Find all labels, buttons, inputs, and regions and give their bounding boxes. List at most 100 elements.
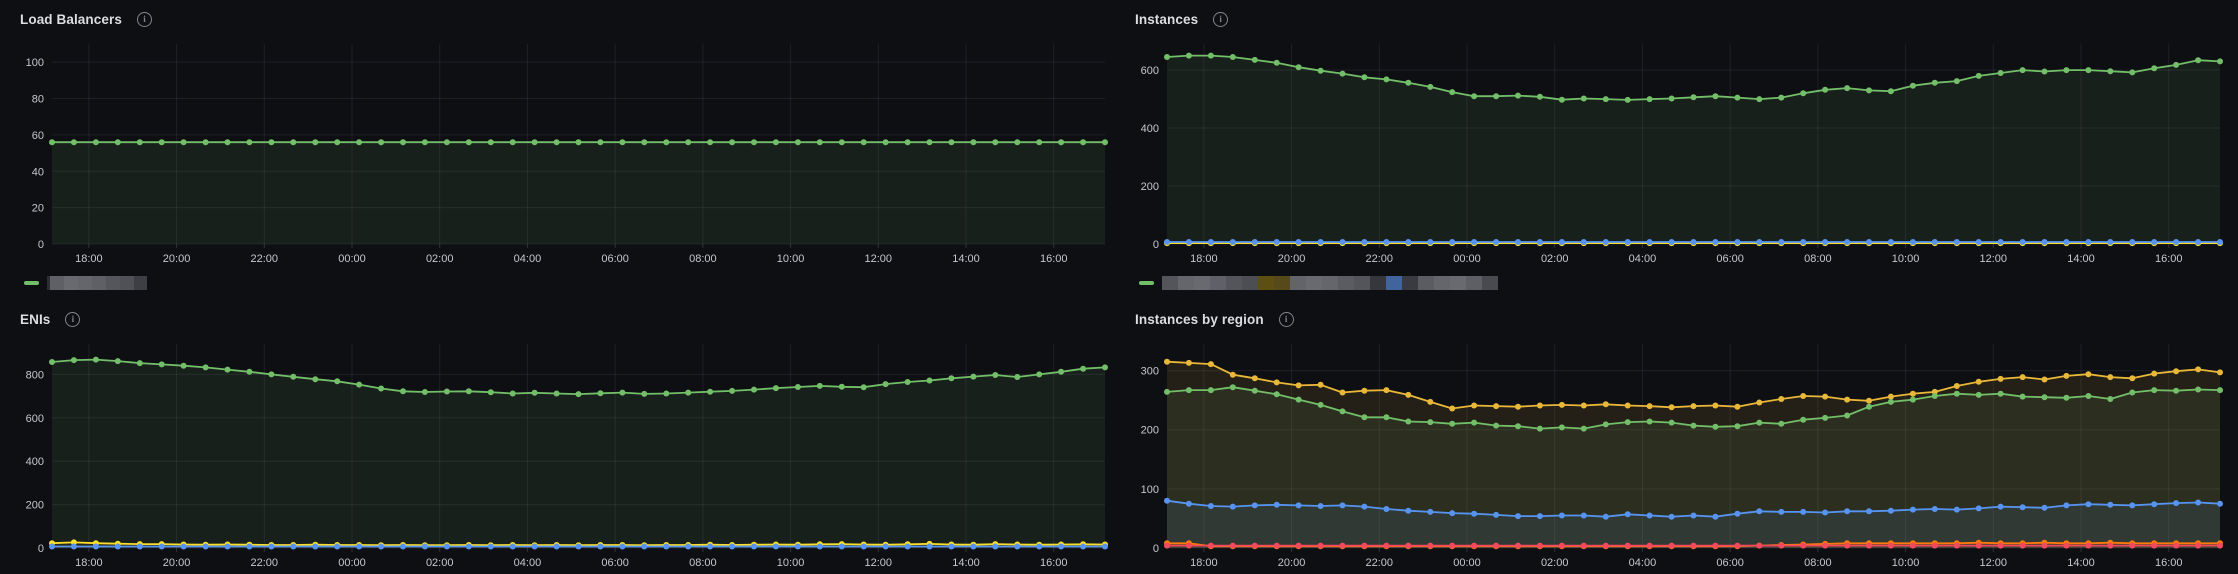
series-point: [1822, 393, 1829, 400]
series-point: [2173, 61, 2180, 68]
timeseries-chart[interactable]: 0 100 200 300 18:00 20:00 22:00 00:00 02:00 04:00…: [1123, 334, 2230, 574]
series-point: [772, 543, 779, 550]
timeseries-chart[interactable]: 0 200 400 600 18:00 20:00 22:00 00:00 02:00 04:00…: [1123, 34, 2230, 270]
y-axis-label: 600: [1141, 65, 1159, 77]
panel-title[interactable]: Instances: [1135, 12, 1198, 27]
panel-title[interactable]: Instances by region: [1135, 312, 1264, 327]
series-point: [1909, 82, 1916, 89]
legend-marker[interactable]: [1139, 281, 1154, 285]
series-point: [838, 139, 845, 146]
y-axis-label: 300: [1141, 366, 1159, 378]
series-point: [2041, 68, 2048, 75]
series-point: [1273, 239, 1280, 245]
series-point: [1844, 542, 1851, 549]
series-point: [1361, 414, 1368, 421]
series-point: [1295, 382, 1302, 389]
series-point: [224, 139, 231, 146]
panel-load-balancers: Load Balancers i 0 20 40 60 80 100 18:00 20:00 2…: [8, 4, 1115, 296]
legend-label-redacted[interactable]: [47, 276, 147, 290]
series-point: [1668, 513, 1675, 520]
redaction-block: [1258, 276, 1274, 290]
series-point: [1164, 239, 1170, 245]
series-point: [1515, 403, 1521, 410]
info-icon[interactable]: i: [65, 311, 81, 327]
series-point: [1383, 76, 1390, 83]
series-point: [136, 543, 143, 550]
series-point: [509, 139, 516, 146]
series-point: [421, 543, 428, 550]
info-icon[interactable]: i: [136, 11, 152, 27]
y-axis-label: 600: [26, 413, 44, 425]
series-point: [1602, 421, 1609, 428]
series-point: [575, 543, 582, 550]
series-point: [2129, 502, 2136, 509]
y-axis-label: 0: [1153, 543, 1159, 555]
redaction-block: [1354, 276, 1370, 290]
series-point: [1909, 396, 1916, 403]
series-point: [49, 543, 55, 550]
series-point: [2085, 501, 2092, 508]
info-icon[interactable]: i: [1278, 311, 1294, 327]
series-point: [1207, 239, 1214, 245]
series-point: [1449, 405, 1456, 412]
series-point: [1185, 359, 1192, 366]
series-point: [1036, 139, 1043, 146]
redaction-block: [1370, 276, 1386, 290]
timeseries-chart[interactable]: 0 200 400 600 800 18:00 20:00 22:00 00:00 02:00 04…: [8, 334, 1115, 574]
series-point: [1449, 542, 1456, 549]
series-point: [794, 543, 801, 550]
panel-title[interactable]: Load Balancers: [20, 12, 122, 27]
x-axis-label: 02:00: [426, 253, 454, 265]
series-point: [1975, 542, 1982, 549]
y-axis-label: 0: [38, 543, 44, 555]
series-point: [2151, 370, 2158, 377]
series-point: [1690, 512, 1697, 519]
dashboard-grid: Load Balancers i 0 20 40 60 80 100 18:00 20:00 2…: [8, 4, 2230, 574]
y-axis-label: 800: [26, 369, 44, 381]
series-point: [1602, 401, 1609, 408]
series-point: [1866, 239, 1872, 245]
series-point: [1712, 93, 1719, 100]
series-point: [729, 543, 736, 550]
series-point: [92, 356, 99, 363]
legend-label-redacted[interactable]: [1162, 276, 1498, 290]
series-point: [1164, 54, 1170, 60]
series-point: [2063, 502, 2070, 509]
legend[interactable]: [1123, 270, 2230, 296]
redaction-block: [78, 276, 92, 290]
x-axis-label: 20:00: [163, 253, 191, 265]
y-axis-label: 100: [1141, 484, 1159, 496]
series-point: [158, 361, 165, 368]
series-point: [1624, 96, 1631, 103]
series-point: [356, 381, 363, 388]
series-point: [641, 543, 648, 550]
series-point: [1295, 239, 1302, 245]
series-point: [2129, 239, 2136, 245]
series-point: [443, 139, 450, 146]
series-point: [1471, 542, 1478, 549]
series-point: [2063, 372, 2070, 379]
series-point: [1361, 503, 1368, 510]
series-point: [1558, 542, 1565, 549]
series-point: [246, 368, 253, 375]
legend[interactable]: [8, 270, 1115, 296]
series-point: [487, 543, 494, 550]
series-point: [1931, 239, 1938, 245]
info-icon[interactable]: i: [1213, 11, 1229, 27]
series-point: [2217, 500, 2223, 507]
series-point: [2129, 389, 2136, 396]
series-point: [1317, 401, 1324, 408]
series-point: [312, 376, 319, 383]
series-point: [1866, 403, 1872, 410]
x-axis-label: 02:00: [1541, 253, 1569, 265]
series-point: [509, 390, 516, 397]
series-point: [1164, 542, 1170, 549]
x-axis-label: 06:00: [601, 557, 629, 569]
series-point: [1229, 503, 1236, 510]
series-point: [1580, 542, 1587, 549]
panel-title[interactable]: ENIs: [20, 312, 50, 327]
legend-marker[interactable]: [24, 281, 39, 285]
series-point: [334, 139, 341, 146]
timeseries-chart[interactable]: 0 20 40 60 80 100 18:00 20:00 22:00 00:00 02:00 04:…: [8, 34, 1115, 270]
y-axis-label: 200: [1141, 425, 1159, 437]
